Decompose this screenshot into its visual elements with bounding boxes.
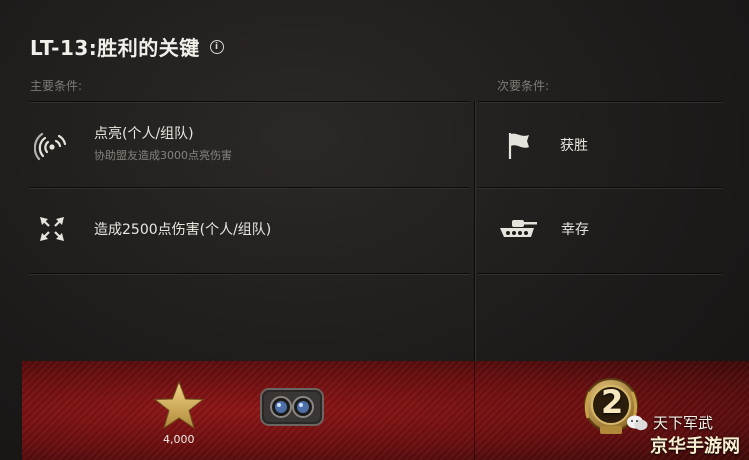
condition-title: 幸存 bbox=[561, 222, 589, 238]
info-icon[interactable]: i bbox=[209, 39, 224, 54]
mission-title-row: LT-13:胜利的关键 i bbox=[30, 32, 224, 61]
primary-conditions-label: 主要条件: bbox=[30, 79, 83, 93]
flag-icon bbox=[500, 127, 536, 163]
secondary-conditions-label: 次要条件: bbox=[497, 79, 550, 93]
divider bbox=[478, 187, 722, 188]
primary-condition-spotting: 点亮(个人/组队) 协助盟友造成3000点亮伤害 bbox=[34, 123, 232, 163]
star-reward-value: 4,000 bbox=[163, 433, 195, 446]
reward-divider bbox=[474, 361, 475, 460]
wechat-icon bbox=[626, 414, 648, 432]
column-divider bbox=[474, 101, 475, 361]
divider bbox=[30, 187, 470, 188]
watermark-site: 京华手游网 bbox=[650, 436, 740, 457]
badge-number: 2 bbox=[601, 383, 624, 421]
secondary-condition-victory: 获胜 bbox=[500, 127, 588, 163]
crosshair-icon bbox=[34, 211, 70, 247]
star-icon[interactable] bbox=[151, 380, 207, 436]
divider bbox=[478, 273, 722, 274]
divider bbox=[30, 273, 470, 274]
condition-subtitle: 协助盟友造成3000点亮伤害 bbox=[94, 149, 232, 162]
mission-title: LT-13:胜利的关键 bbox=[30, 36, 200, 60]
mission-panel: LT-13:胜利的关键 i 主要条件: 次要条件: 点亮(个人/组队) 协助盟友… bbox=[0, 0, 749, 460]
divider bbox=[478, 101, 722, 102]
radar-icon bbox=[34, 125, 70, 161]
tank-icon bbox=[497, 211, 539, 247]
secondary-condition-survive: 幸存 bbox=[497, 211, 589, 247]
divider bbox=[30, 101, 470, 102]
condition-title: 点亮(个人/组队) bbox=[94, 126, 194, 142]
condition-title: 造成2500点伤害(个人/组队) bbox=[94, 222, 272, 238]
binoculars-icon[interactable] bbox=[259, 383, 325, 435]
watermark-brand: 天下军武 bbox=[653, 414, 714, 432]
primary-condition-damage: 造成2500点伤害(个人/组队) bbox=[34, 211, 271, 247]
condition-title: 获胜 bbox=[560, 138, 588, 154]
